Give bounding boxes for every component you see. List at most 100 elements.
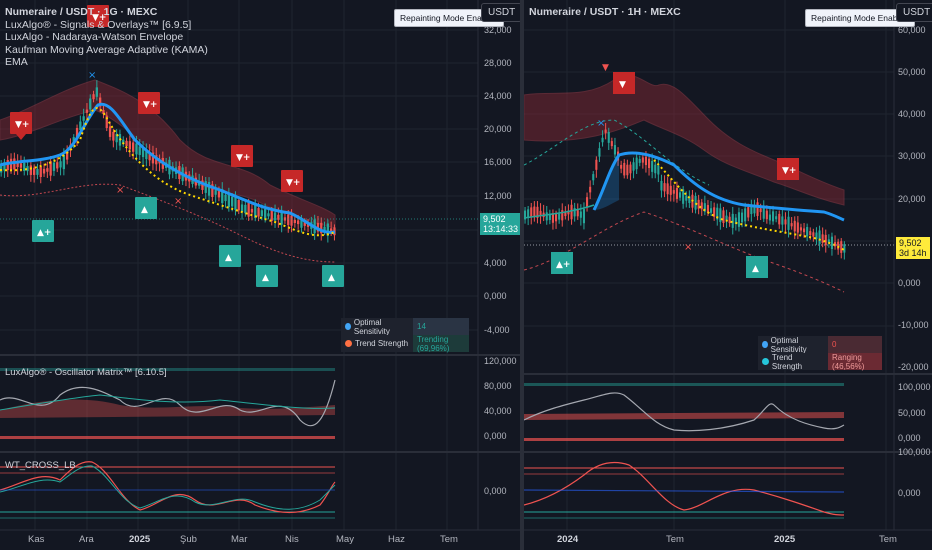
sensitivity-icon: [345, 323, 351, 330]
right-wt-tick: 100,000: [898, 447, 931, 457]
left-envelope-upper: [0, 79, 336, 229]
table-label: Trend Strength: [355, 339, 409, 348]
left-time-label: Nis: [285, 534, 299, 545]
left-time-label: Mar: [231, 534, 248, 545]
right-currency-button[interactable]: USDT: [896, 3, 932, 22]
left-indicator-4[interactable]: EMA: [5, 56, 208, 69]
left-price-chart[interactable]: ▼+ ▼+ ▼+ ▼+ ▼+ ▲+ ▲ ▲ ▲ ▲ × × ×: [0, 0, 520, 550]
left-time-label: Haz: [388, 534, 405, 545]
left-time-label: Tem: [440, 534, 458, 545]
left-info-table: Optimal Sensitivity 14 Trend Strength Tr…: [341, 317, 469, 353]
left-indicator-1[interactable]: LuxAlgo® - Signals & Overlays™ [6.9.5]: [5, 19, 208, 32]
right-osc-tick: 0,000: [898, 433, 921, 443]
table-value: Trending (69,96%): [413, 335, 469, 353]
left-legend: Numeraire / USDT · 1G · MEXC LuxAlgo® - …: [5, 6, 208, 69]
left-osc-tick: 80,000: [484, 381, 512, 391]
svg-text:×: ×: [88, 70, 96, 81]
right-price-tick: 0,000: [898, 278, 921, 288]
left-price-tick: 12,000: [484, 191, 512, 201]
left-price-tick: 20,000: [484, 124, 512, 134]
svg-text:×: ×: [116, 185, 124, 196]
right-countdown: 3d 14h: [899, 248, 927, 258]
right-price-tick: 60,000: [898, 25, 926, 35]
left-wt-title[interactable]: WT_CROSS_LB: [5, 460, 76, 471]
svg-text:▲+: ▲+: [37, 228, 51, 238]
svg-text:▼+: ▼+: [782, 166, 796, 176]
right-candlesticks: [524, 123, 846, 260]
left-oscillator-title[interactable]: LuxAlgo® - Oscillator Matrix™ [6.10.5]: [5, 367, 167, 378]
right-legend: Numeraire / USDT · 1H · MEXC: [529, 6, 681, 19]
left-osc-tick: 0,000: [484, 431, 507, 441]
svg-text:▼+: ▼+: [286, 178, 300, 188]
left-chart-pane[interactable]: ▼+ ▼+ ▼+ ▼+ ▼+ ▲+ ▲ ▲ ▲ ▲ × × × Numerair…: [0, 0, 523, 550]
left-price-tick: -4,000: [484, 325, 510, 335]
right-time-label: Tem: [879, 534, 897, 545]
left-wt-tick: 0,000: [484, 486, 507, 496]
svg-text:×: ×: [174, 196, 182, 207]
left-osc-tick: 120,000: [484, 356, 517, 366]
left-price-tick: 24,000: [484, 91, 512, 101]
svg-text:▼+: ▼+: [143, 100, 157, 110]
right-wt-tick: 0,000: [898, 488, 921, 498]
left-osc-tick: 40,000: [484, 406, 512, 416]
right-last-price-tag: 9,502 3d 14h: [896, 237, 930, 259]
table-label: Optimal Sensitivity: [770, 335, 807, 354]
right-info-table: Optimal Sensitivity 0 Trend Strength Ran…: [758, 335, 882, 371]
left-indicator-2[interactable]: LuxAlgo - Nadaraya-Watson Envelope: [5, 31, 208, 44]
right-time-label: Tem: [666, 534, 684, 545]
left-time-label: 2025: [129, 534, 151, 545]
right-price-tick: 20,000: [898, 194, 926, 204]
right-time-label: 2025: [774, 534, 796, 545]
svg-text:▲: ▲: [328, 273, 335, 283]
svg-text:▲: ▲: [752, 264, 759, 274]
right-price-tick: 50,000: [898, 67, 926, 77]
right-oscillator: [524, 383, 845, 441]
left-price-tick: 4,000: [484, 258, 507, 268]
svg-text:▼+: ▼+: [15, 120, 29, 130]
svg-text:▲: ▲: [262, 273, 269, 283]
left-price-tick: 32,000: [484, 25, 512, 35]
sensitivity-icon: [762, 341, 768, 348]
left-last-price: 9,502: [483, 214, 506, 224]
right-price-chart[interactable]: ▼ ▼+ ▲+ ▲ × × ▼: [524, 0, 932, 550]
left-countdown: 13:14:33: [483, 224, 519, 234]
left-time-label: May: [336, 534, 354, 545]
snowflake-icon: [762, 358, 769, 365]
left-oscillator: [0, 368, 336, 439]
svg-text:▼: ▼: [619, 80, 626, 90]
svg-text:×: ×: [597, 118, 605, 129]
left-price-tick: 28,000: [484, 58, 512, 68]
table-label: Optimal Sensitivity: [353, 317, 390, 336]
right-osc-tick: 50,000: [898, 408, 926, 418]
table-label: Trend Strength: [771, 352, 803, 371]
right-wt-cross: [524, 461, 845, 519]
svg-text:▲: ▲: [225, 253, 232, 263]
left-currency-button[interactable]: USDT: [481, 3, 523, 22]
svg-text:▲: ▲: [141, 205, 148, 215]
table-value: 14: [413, 318, 469, 335]
right-price-tick: 30,000: [898, 151, 926, 161]
fire-icon: [345, 340, 352, 347]
left-indicator-3[interactable]: Kaufman Moving Average Adaptive (KAMA): [5, 44, 208, 57]
svg-text:▼+: ▼+: [236, 153, 250, 163]
left-time-label: Kas: [28, 534, 45, 545]
left-price-tick: 0,000: [484, 291, 507, 301]
table-value: 0: [828, 336, 882, 353]
right-price-tick: -10,000: [898, 320, 929, 330]
right-chart-pane[interactable]: ▼ ▼+ ▲+ ▲ × × ▼ Numeraire / USDT · 1H · …: [524, 0, 932, 550]
svg-text:▲+: ▲+: [556, 260, 570, 270]
right-time-label: 2024: [557, 534, 579, 545]
right-chart-title: Numeraire / USDT · 1H · MEXC: [529, 6, 681, 18]
right-last-price: 9,502: [899, 238, 922, 248]
left-time-label: Şub: [180, 534, 197, 545]
left-last-price-tag: 9,502 13:14:33: [480, 213, 520, 235]
left-chart-title: Numeraire / USDT · 1G · MEXC: [5, 6, 158, 18]
svg-text:▼: ▼: [602, 63, 609, 73]
right-osc-tick: 100,000: [898, 382, 931, 392]
svg-text:×: ×: [684, 242, 692, 253]
left-price-tick: 16,000: [484, 157, 512, 167]
table-value: Ranging (46,56%): [828, 353, 882, 371]
left-time-label: Ara: [79, 534, 94, 545]
right-price-tick: 40,000: [898, 109, 926, 119]
right-price-tick: -20,000: [898, 362, 929, 372]
